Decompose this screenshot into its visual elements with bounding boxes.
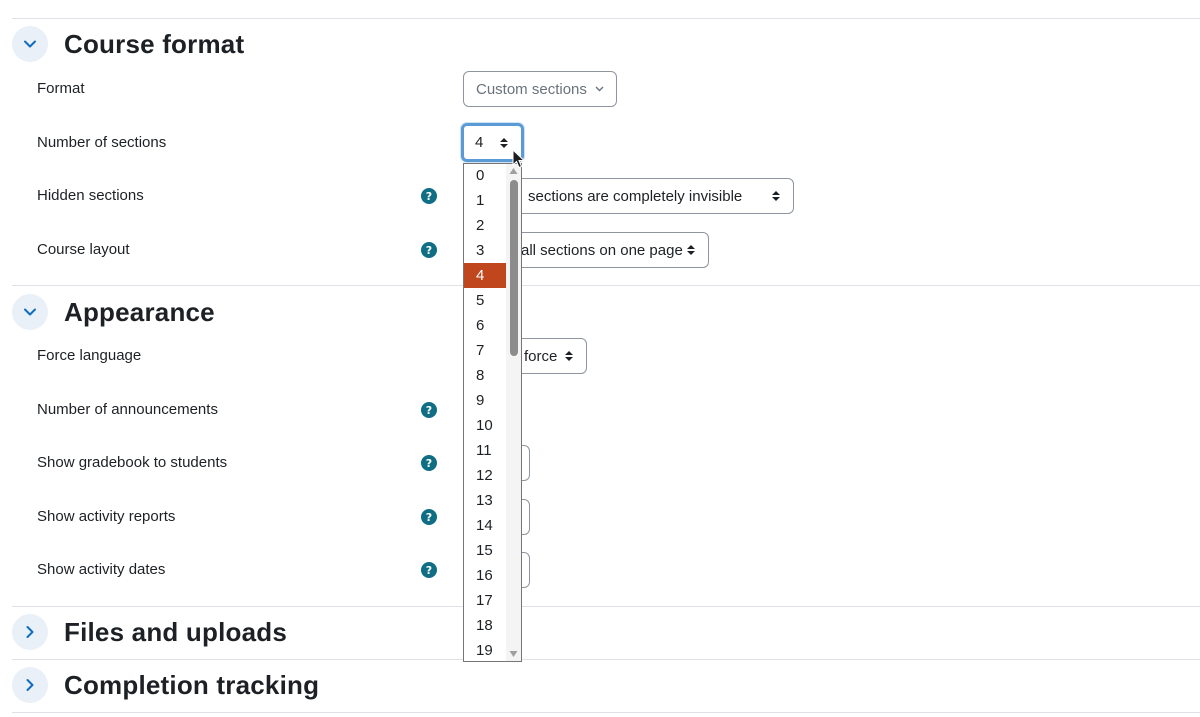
divider-completion [12, 659, 1200, 660]
number-of-sections-dropdown-list[interactable]: 19 18 17 16 15 14 13 12 11 10 9 8 7 6 5 4 3 2 1 0 [463, 163, 522, 662]
hidden-sections-value: sections are completely invisible [528, 187, 743, 205]
show-gradebook-label: Show gradebook to students [37, 454, 228, 471]
chevron-right-icon[interactable] [12, 667, 48, 703]
sort-arrows-icon [686, 245, 696, 255]
dropdown-option[interactable]: 15 [464, 538, 506, 563]
dropdown-option[interactable]: 10 [464, 413, 506, 438]
dropdown-option[interactable]: 14 [464, 513, 506, 538]
section-course-format-header[interactable]: Course format [12, 26, 244, 62]
section-completion-tracking-header[interactable]: Completion tracking [12, 667, 319, 703]
dropdown-option[interactable]: 2 [464, 213, 506, 238]
format-label: Format [37, 80, 85, 97]
dropdown-option[interactable]: 12 [464, 463, 506, 488]
scroll-down-arrow-icon[interactable] [509, 650, 518, 658]
help-icon[interactable]: ? [421, 509, 437, 525]
force-language-value: force [524, 347, 558, 365]
help-icon[interactable]: ? [421, 188, 437, 204]
dropdown-option[interactable]: 19 [464, 638, 506, 661]
help-icon[interactable]: ? [421, 402, 437, 418]
dropdown-option[interactable]: 13 [464, 488, 506, 513]
dropdown-scrollbar[interactable] [506, 164, 521, 661]
dropdown-scroll-thumb[interactable] [510, 180, 518, 356]
dropdown-option[interactable]: 4 [464, 263, 506, 288]
help-icon[interactable]: ? [421, 455, 437, 471]
dropdown-option[interactable]: 18 [464, 613, 506, 638]
dropdown-option[interactable]: 6 [464, 313, 506, 338]
dropdown-option[interactable]: 0 [464, 164, 506, 188]
chevron-down-icon[interactable] [12, 26, 48, 62]
course-settings-page: Course format Format Custom sections Num… [0, 0, 1200, 717]
dropdown-option[interactable]: 11 [464, 438, 506, 463]
chevron-down-icon [594, 86, 604, 92]
section-title: Completion tracking [64, 669, 320, 700]
dropdown-option[interactable]: 5 [464, 288, 506, 313]
course-layout-label: Course layout [37, 241, 130, 258]
mouse-cursor-icon [512, 149, 526, 169]
dropdown-option[interactable]: 8 [464, 363, 506, 388]
divider-appearance [12, 285, 1200, 286]
section-files-uploads-header[interactable]: Files and uploads [12, 614, 287, 650]
course-layout-value: all sections on one page [521, 241, 683, 259]
section-appearance-header[interactable]: Appearance [12, 294, 215, 330]
sort-arrows-icon [771, 191, 781, 201]
dropdown-option[interactable]: 16 [464, 563, 506, 588]
show-activity-reports-label: Show activity reports [37, 508, 176, 525]
dropdown-option[interactable]: 1 [464, 188, 506, 213]
show-activity-dates-label: Show activity dates [37, 561, 166, 578]
sort-arrows-icon [499, 137, 509, 148]
chevron-down-icon[interactable] [12, 294, 48, 330]
format-select[interactable]: Custom sections [463, 71, 617, 107]
divider-top [12, 18, 1200, 19]
section-title: Files and uploads [64, 616, 287, 647]
force-language-label: Force language [37, 347, 142, 364]
divider-files [12, 606, 1200, 607]
section-title: Course format [64, 28, 245, 59]
chevron-right-icon[interactable] [12, 614, 48, 650]
section-title: Appearance [64, 296, 215, 327]
number-of-announcements-label: Number of announcements [37, 401, 218, 418]
hidden-sections-label: Hidden sections [37, 187, 144, 204]
format-select-value: Custom sections [476, 80, 587, 98]
dropdown-option[interactable]: 9 [464, 388, 506, 413]
dropdown-option[interactable]: 7 [464, 338, 506, 363]
number-of-sections-label: Number of sections [37, 134, 167, 151]
divider-bottom [12, 712, 1200, 713]
sort-arrows-icon [564, 351, 574, 361]
dropdown-option[interactable]: 3 [464, 238, 506, 263]
help-icon[interactable]: ? [421, 562, 437, 578]
help-icon[interactable]: ? [421, 242, 437, 258]
number-of-sections-value: 4 [475, 134, 484, 151]
dropdown-option[interactable]: 17 [464, 588, 506, 613]
